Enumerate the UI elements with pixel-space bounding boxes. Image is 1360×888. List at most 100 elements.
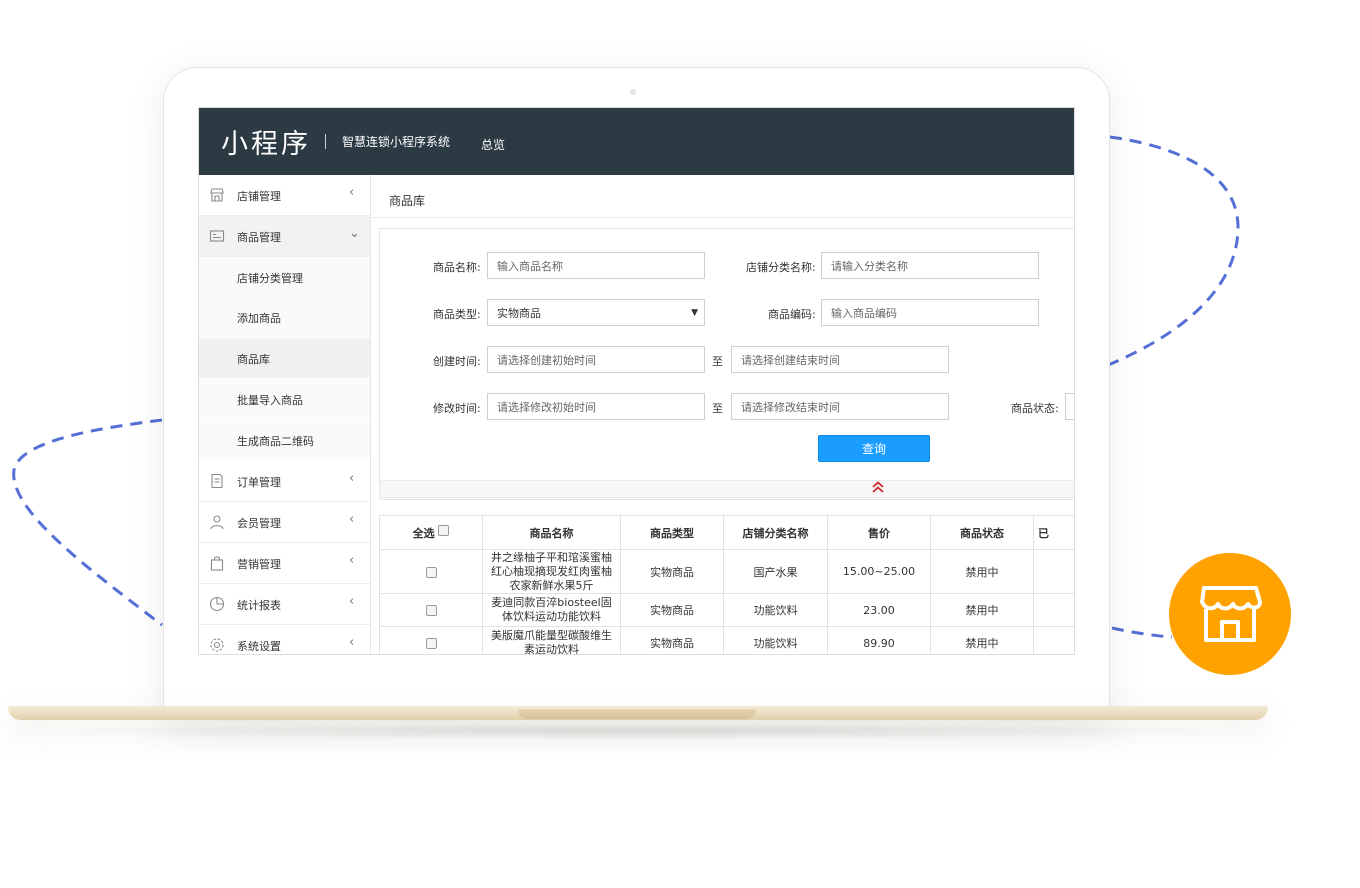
product-code-input[interactable]: 输入商品编码 — [821, 299, 1039, 326]
table-header-row: 全选 商品名称 商品类型 店铺分类名称 售价 商品状态 已 — [379, 515, 1074, 550]
search-button[interactable]: 查询 — [818, 435, 930, 462]
select-all-checkbox[interactable] — [438, 524, 450, 536]
product-name-label: 商品名称: — [433, 261, 481, 274]
sidebar-item-orders[interactable]: 订单管理 ‹ — [199, 461, 370, 502]
product-type-cell: 实物商品 — [620, 626, 724, 654]
sidebar-item-label: 店铺管理 — [237, 190, 281, 203]
dropdown-caret-icon: ▼ — [691, 308, 698, 318]
logo-divider — [325, 134, 326, 149]
product-name-cell: 美版魔爪能量型碳酸维生素运动饮料 — [482, 626, 621, 654]
modified-start-input[interactable]: 请选择修改初始时间 — [487, 393, 705, 420]
price-cell: 89.90 — [827, 626, 931, 654]
sidebar-item-products[interactable]: 商品管理 ⌄ — [199, 216, 370, 257]
table-row: 美版魔爪能量型碳酸维生素运动饮料 实物商品 功能饮料 89.90 禁用中 — [379, 626, 1074, 654]
collapse-bar[interactable] — [380, 480, 1074, 498]
price-cell: 23.00 — [827, 593, 931, 627]
product-type-cell: 实物商品 — [620, 549, 724, 594]
chevron-left-icon: ‹ — [349, 471, 355, 486]
sidebar-item-marketing[interactable]: 营销管理 ‹ — [199, 543, 370, 584]
system-name: 智慧连锁小程序系统 — [342, 135, 451, 149]
modified-end-input[interactable]: 请选择修改结束时间 — [731, 393, 949, 420]
row-checkbox-cell[interactable] — [379, 549, 483, 594]
laptop-base-shadow — [60, 722, 1220, 740]
row-checkbox-cell[interactable] — [379, 626, 483, 654]
sidebar-subitem-add-product[interactable]: 添加商品 — [199, 297, 370, 337]
to-label: 至 — [712, 355, 723, 368]
column-header-type[interactable]: 商品类型 — [620, 515, 724, 550]
category-cell: 功能饮料 — [723, 626, 828, 654]
sidebar-subitem-product-library[interactable]: 商品库 — [199, 338, 370, 378]
status-cell: 禁用中 — [930, 549, 1034, 594]
price-cell: 15.00~25.00 — [827, 549, 931, 594]
chevron-down-icon: ⌄ — [349, 226, 360, 241]
created-start-input[interactable]: 请选择创建初始时间 — [487, 346, 705, 373]
sidebar-subitem-batch-import[interactable]: 批量导入商品 — [199, 379, 370, 419]
sidebar-item-members[interactable]: 会员管理 ‹ — [199, 502, 370, 543]
store-category-input[interactable]: 请输入分类名称 — [821, 252, 1039, 279]
sidebar-subitem-label: 添加商品 — [237, 312, 281, 325]
double-chevron-up-icon[interactable] — [870, 479, 886, 495]
laptop-base-notch — [518, 709, 756, 719]
gear-icon — [210, 638, 224, 652]
sidebar-item-label: 订单管理 — [237, 476, 281, 489]
select-all-header[interactable]: 全选 — [379, 515, 483, 550]
select-all-label: 全选 — [412, 526, 435, 540]
product-type-value: 实物商品 — [497, 307, 541, 320]
app-logo[interactable]: 小程序 — [221, 122, 311, 161]
sidebar-subitem-label: 生成商品二维码 — [237, 435, 314, 448]
breadcrumb: 商品库 — [389, 194, 426, 208]
nav-overview-link[interactable]: 总览 — [481, 136, 505, 153]
store-icon — [210, 188, 224, 202]
chevron-left-icon: ‹ — [349, 553, 355, 568]
product-type-cell: 实物商品 — [620, 593, 724, 627]
column-header-price[interactable]: 售价 — [827, 515, 931, 550]
app-screen: 小程序 智慧连锁小程序系统 总览 店铺管理 ‹ 商品管理 ⌄ 店铺分类管理 添加… — [198, 107, 1075, 655]
shopping-bag-icon — [210, 556, 224, 571]
column-header-truncated[interactable]: 已 — [1033, 515, 1074, 550]
sidebar-item-label: 系统设置 — [237, 640, 281, 653]
sidebar-item-label: 统计报表 — [237, 599, 281, 612]
product-icon — [209, 230, 225, 242]
row-checkbox[interactable] — [425, 605, 437, 616]
modified-time-label: 修改时间: — [433, 402, 481, 415]
product-type-label: 商品类型: — [433, 308, 481, 321]
column-header-name[interactable]: 商品名称 — [482, 515, 621, 550]
status-cell: 禁用中 — [930, 626, 1034, 654]
sidebar-item-label: 商品管理 — [237, 231, 281, 244]
store-badge — [1169, 553, 1291, 675]
sidebar-item-label: 营销管理 — [237, 558, 281, 571]
sidebar-subitem-qrcode[interactable]: 生成商品二维码 — [199, 420, 370, 460]
sidebar-item-store[interactable]: 店铺管理 ‹ — [199, 175, 370, 216]
sidebar-subitem-label: 商品库 — [237, 353, 270, 366]
filter-panel: 商品名称: 输入商品名称 店铺分类名称: 请输入分类名称 商品类型: 实物商品 … — [379, 228, 1074, 500]
product-type-select[interactable]: 实物商品 ▼ — [487, 299, 705, 326]
status-select[interactable] — [1065, 393, 1074, 420]
pie-chart-icon — [209, 596, 225, 612]
sidebar-item-reports[interactable]: 统计报表 ‹ — [199, 584, 370, 625]
truncated-cell — [1033, 626, 1074, 654]
product-name-cell: 麦迪同款百淬biosteel固体饮料运动功能饮料 — [482, 593, 621, 627]
row-checkbox[interactable] — [425, 566, 437, 578]
product-name-input[interactable]: 输入商品名称 — [487, 252, 705, 279]
main-content: 商品库 商品名称: 输入商品名称 店铺分类名称: 请输入分类名称 商品类型: 实… — [371, 175, 1074, 654]
product-name-cell: 井之缘柚子平和琯溪蜜柚红心柚现摘现发红肉蜜柚农家新鲜水果5斤 — [482, 549, 621, 594]
category-cell: 国产水果 — [723, 549, 828, 594]
created-end-input[interactable]: 请选择创建结束时间 — [731, 346, 949, 373]
sidebar-item-settings[interactable]: 系统设置 ‹ — [199, 625, 370, 654]
chevron-left-icon: ‹ — [349, 185, 355, 200]
camera-dot — [630, 89, 636, 95]
column-header-status[interactable]: 商品状态 — [930, 515, 1034, 550]
sidebar-subitem-store-category[interactable]: 店铺分类管理 — [199, 257, 370, 297]
truncated-cell — [1033, 549, 1074, 594]
chevron-left-icon: ‹ — [349, 594, 355, 609]
storefront-icon — [1200, 586, 1262, 642]
chevron-left-icon: ‹ — [349, 635, 355, 650]
column-header-category[interactable]: 店铺分类名称 — [723, 515, 828, 550]
store-category-label: 店铺分类名称: — [746, 261, 816, 274]
row-checkbox-cell[interactable] — [379, 593, 483, 627]
sidebar-subitem-label: 批量导入商品 — [237, 394, 303, 407]
row-checkbox[interactable] — [425, 638, 437, 649]
category-cell: 功能饮料 — [723, 593, 828, 627]
order-icon — [211, 473, 223, 489]
sidebar: 店铺管理 ‹ 商品管理 ⌄ 店铺分类管理 添加商品 商品库 批量导入商品 生成商… — [199, 175, 371, 654]
